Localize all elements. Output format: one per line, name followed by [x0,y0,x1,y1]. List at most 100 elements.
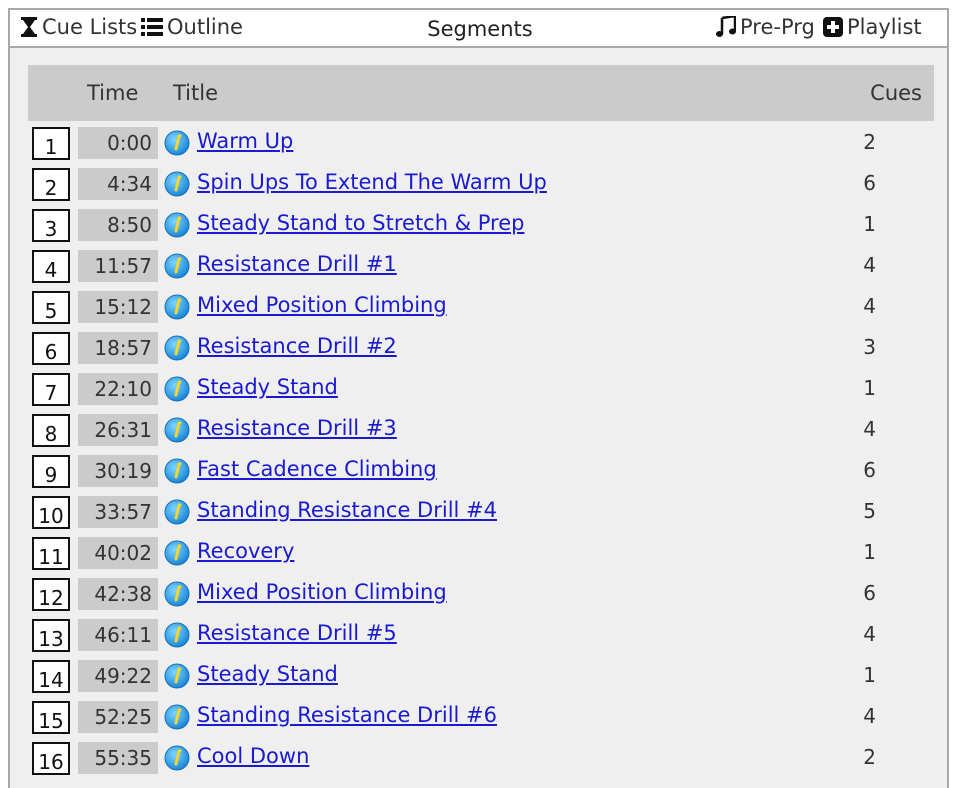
playlist-label: Playlist [847,15,922,39]
table-row: 14 49:22 Steady Stand 1 [28,656,934,697]
segment-title-link[interactable]: Standing Resistance Drill #6 [197,703,497,727]
segments-panel: Cue Lists Outline Segments Pre-Prg Playl… [8,8,949,788]
info-icon[interactable] [164,499,190,525]
info-icon[interactable] [164,294,190,320]
segment-cue-count: 1 [863,212,876,236]
info-icon[interactable] [164,376,190,402]
list-icon [141,18,163,36]
segment-time: 8:50 [78,209,158,241]
segment-time: 11:57 [78,250,158,282]
segment-title-link[interactable]: Recovery [197,539,294,563]
segment-time: 42:38 [78,578,158,610]
info-icon[interactable] [164,704,190,730]
segment-title-link[interactable]: Mixed Position Climbing [197,293,447,317]
segment-time: 46:11 [78,619,158,651]
segment-title-link[interactable]: Steady Stand [197,662,338,686]
info-icon[interactable] [164,335,190,361]
segment-time: 52:25 [78,701,158,733]
segment-title-link[interactable]: Resistance Drill #5 [197,621,397,645]
table-row: 16 55:35 Cool Down 2 [28,738,934,779]
segment-cue-count: 1 [863,540,876,564]
segment-cue-count: 4 [863,704,876,728]
segment-cue-count: 4 [863,294,876,318]
table-row: 3 8:50 Steady Stand to Stretch & Prep 1 [28,205,934,246]
table-row: 1 0:00 Warm Up 2 [28,123,934,164]
segment-cue-count: 5 [863,499,876,523]
segment-title-link[interactable]: Cool Down [197,744,309,768]
info-icon[interactable] [164,212,190,238]
segment-number: 9 [32,455,70,488]
segment-number: 8 [32,414,70,447]
page-title: Segments [427,17,533,41]
segment-title-link[interactable]: Spin Ups To Extend The Warm Up [197,170,547,194]
info-icon[interactable] [164,417,190,443]
table-row: 10 33:57 Standing Resistance Drill #4 5 [28,492,934,533]
segment-title-link[interactable]: Resistance Drill #1 [197,252,397,276]
table-row: 11 40:02 Recovery 1 [28,533,934,574]
segment-cue-count: 4 [863,253,876,277]
segment-time: 4:34 [78,168,158,200]
table-row: 13 46:11 Resistance Drill #5 4 [28,615,934,656]
segment-number: 1 [32,127,70,160]
cues-column-header: Cues [870,81,922,105]
info-icon[interactable] [164,253,190,279]
segments-table: Time Title Cues 1 0:00 Warm Up 2 2 4:34 Spin U… [28,65,934,779]
segment-number: 7 [32,373,70,406]
table-row: 6 18:57 Resistance Drill #2 3 [28,328,934,369]
segment-time: 0:00 [78,127,158,159]
cue-lists-label: Cue Lists [42,15,138,39]
segment-title-link[interactable]: Resistance Drill #2 [197,334,397,358]
segment-number: 16 [32,742,70,775]
segment-title-link[interactable]: Warm Up [197,129,293,153]
info-icon[interactable] [164,540,190,566]
segment-title-link[interactable]: Standing Resistance Drill #4 [197,498,497,522]
info-icon[interactable] [164,581,190,607]
info-icon[interactable] [164,171,190,197]
segment-title-link[interactable]: Mixed Position Climbing [197,580,447,604]
table-row: 4 11:57 Resistance Drill #1 4 [28,246,934,287]
outline-tab[interactable]: Outline [141,15,243,39]
playlist-tab[interactable]: Playlist [823,15,922,39]
segment-title-link[interactable]: Steady Stand [197,375,338,399]
segment-cue-count: 6 [863,458,876,482]
table-row: 2 4:34 Spin Ups To Extend The Warm Up 6 [28,164,934,205]
info-icon[interactable] [164,458,190,484]
segment-cue-count: 2 [863,130,876,154]
segment-cue-count: 4 [863,622,876,646]
pre-prg-tab[interactable]: Pre-Prg [716,15,815,39]
segment-title-link[interactable]: Fast Cadence Climbing [197,457,437,481]
table-row: 5 15:12 Mixed Position Climbing 4 [28,287,934,328]
segment-number: 15 [32,701,70,734]
segment-time: 26:31 [78,414,158,446]
info-icon[interactable] [164,745,190,771]
segment-time: 49:22 [78,660,158,692]
table-row: 15 52:25 Standing Resistance Drill #6 4 [28,697,934,738]
info-icon[interactable] [164,130,190,156]
title-column-header: Title [173,81,219,105]
segment-time: 30:19 [78,455,158,487]
cue-lists-tab[interactable]: Cue Lists [20,15,137,39]
segment-time: 33:57 [78,496,158,528]
segment-time: 18:57 [78,332,158,364]
plus-square-icon [823,17,843,37]
info-icon[interactable] [164,622,190,648]
segment-cue-count: 1 [863,376,876,400]
segment-cue-count: 4 [863,417,876,441]
segment-number: 6 [32,332,70,365]
segment-time: 22:10 [78,373,158,405]
outline-label: Outline [167,15,243,39]
hourglass-icon [21,17,37,37]
info-icon[interactable] [164,663,190,689]
top-nav-bar: Cue Lists Outline Segments Pre-Prg Playl… [10,10,947,48]
segment-title-link[interactable]: Steady Stand to Stretch & Prep [197,211,524,235]
segment-cue-count: 6 [863,581,876,605]
segment-title-link[interactable]: Resistance Drill #3 [197,416,397,440]
table-body: 1 0:00 Warm Up 2 2 4:34 Spin Ups To Extend The… [28,121,934,779]
segment-time: 15:12 [78,291,158,323]
segment-cue-count: 1 [863,663,876,687]
segment-number: 5 [32,291,70,324]
segment-time: 55:35 [78,742,158,774]
segment-number: 14 [32,660,70,693]
segment-cue-count: 6 [863,171,876,195]
table-row: 8 26:31 Resistance Drill #3 4 [28,410,934,451]
